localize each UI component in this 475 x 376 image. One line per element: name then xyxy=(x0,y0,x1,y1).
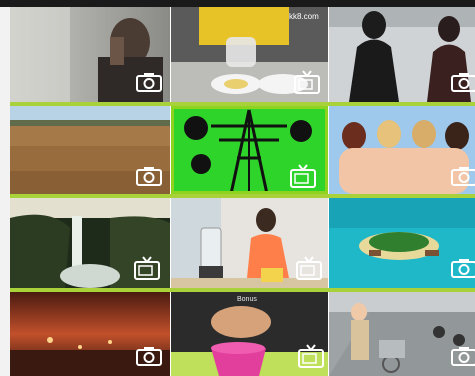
watermark: kk8.com xyxy=(289,12,319,21)
tile-caption: Bonus xyxy=(237,296,257,303)
left-margin xyxy=(0,0,10,376)
camera-icon xyxy=(134,164,164,188)
tile-glass-water[interactable]: kk8.com xyxy=(171,7,328,102)
camera-icon xyxy=(449,70,475,94)
tile-dry-field[interactable] xyxy=(10,106,170,194)
camera-icon xyxy=(134,70,164,94)
tile-cyclists-street[interactable] xyxy=(329,292,475,376)
media-gallery-grid: kk8.com Bonus xyxy=(10,7,475,376)
tile-street-silhouettes[interactable] xyxy=(329,7,475,102)
camera-icon xyxy=(449,256,475,280)
tile-city-sunset[interactable] xyxy=(10,292,170,376)
tile-beach-group[interactable] xyxy=(329,106,475,194)
camera-icon xyxy=(134,344,164,368)
tile-foggy-portrait[interactable] xyxy=(10,7,170,102)
camera-icon xyxy=(449,164,475,188)
tv-icon xyxy=(294,256,324,280)
tv-icon xyxy=(292,70,322,94)
tile-crafting-hands[interactable]: Bonus xyxy=(171,292,328,376)
tv-icon xyxy=(132,256,162,280)
tv-icon xyxy=(288,164,318,188)
tile-green-pylon[interactable] xyxy=(171,106,328,194)
tile-waterfall[interactable] xyxy=(10,198,170,288)
camera-icon xyxy=(449,344,475,368)
top-bar xyxy=(0,0,475,7)
tile-blender-kitchen[interactable] xyxy=(171,198,328,288)
tile-tropical-island[interactable] xyxy=(329,198,475,288)
tv-icon xyxy=(296,344,326,368)
